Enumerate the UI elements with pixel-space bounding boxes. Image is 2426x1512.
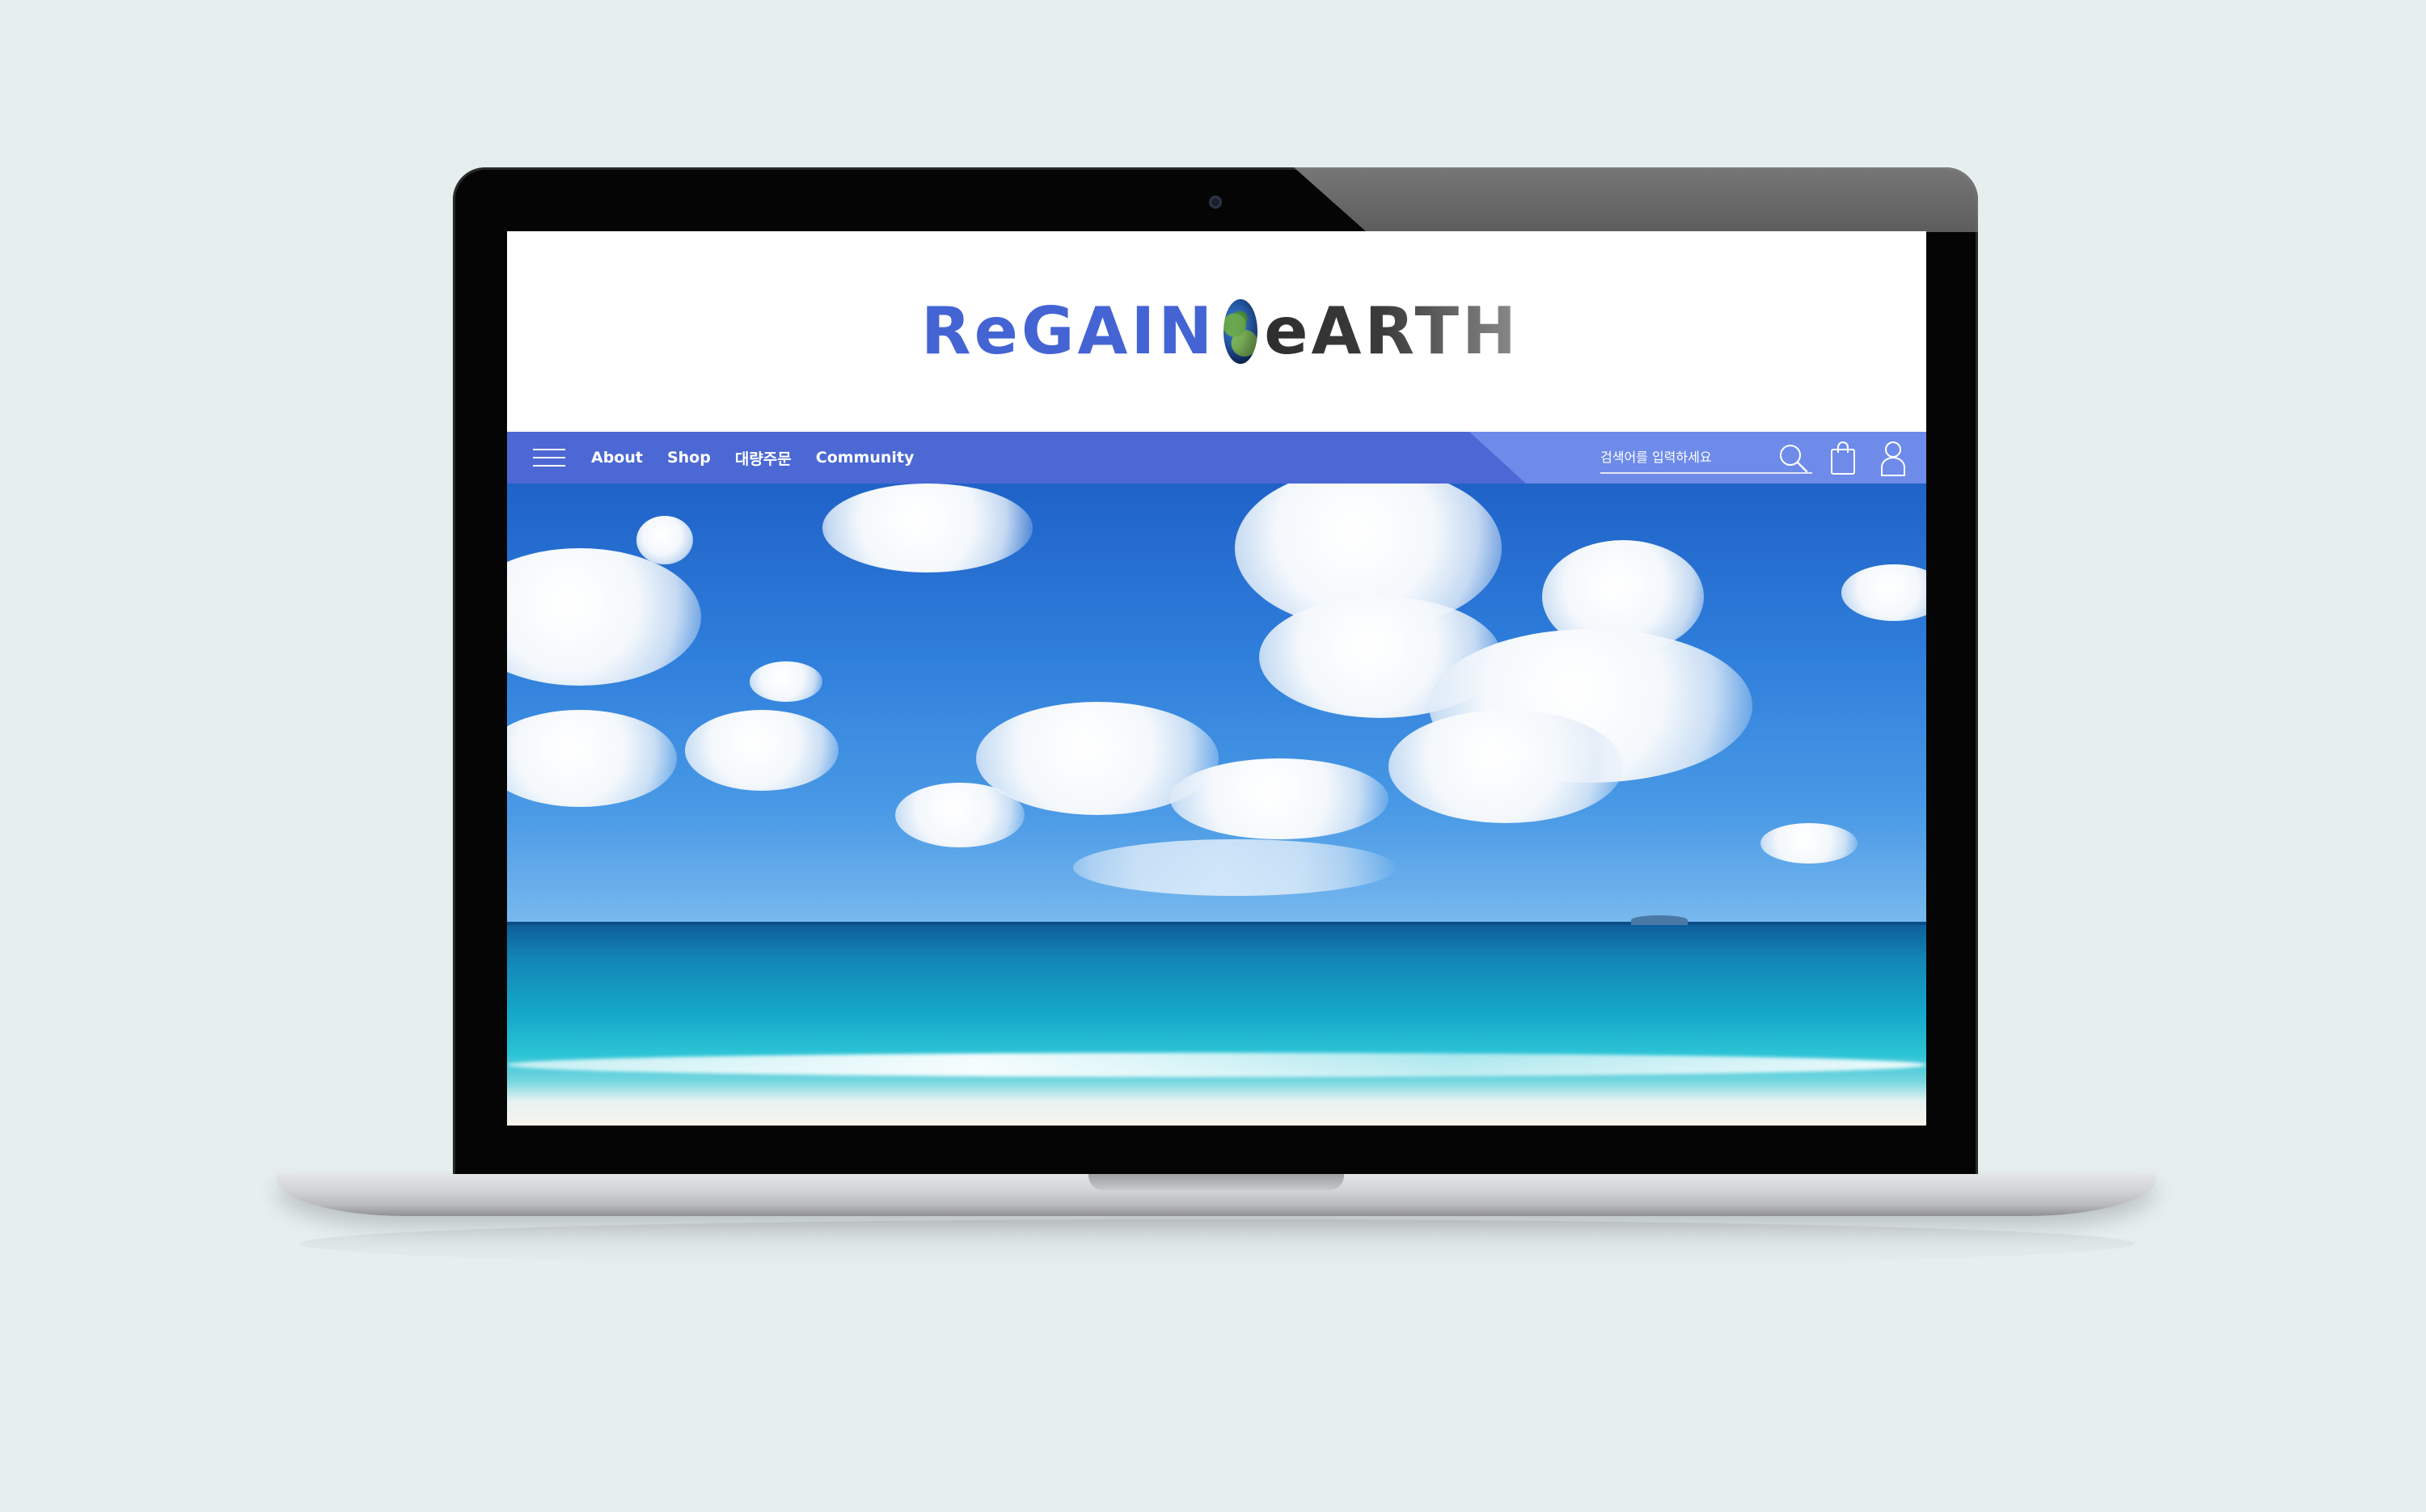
globe-icon [1224,299,1258,364]
laptop-hinge-notch [1088,1174,1344,1190]
browser-screen: ReGAIN eARTH About Shop 대량주문 Community [507,231,1926,1126]
site-header: ReGAIN eARTH [507,231,1926,432]
nav-item-community[interactable]: Community [816,449,915,467]
hero-image [507,484,1926,1126]
cloud [636,516,693,564]
distant-island [1631,915,1688,925]
hero-sea [507,923,1926,1126]
cloud [1388,710,1623,823]
user-icon[interactable] [1879,438,1907,477]
logo-text-earth: eARTH [1264,294,1519,369]
horizon [507,922,1926,925]
nav-item-bulk-order[interactable]: 대량주문 [735,447,792,469]
hamburger-menu-icon[interactable] [533,447,565,468]
search-input[interactable] [1600,443,1778,471]
webcam-icon [1209,196,1222,209]
main-nav: About Shop 대량주문 Community [507,432,1926,484]
shopping-bag-icon[interactable] [1829,440,1857,475]
cloud [1170,758,1388,839]
nav-item-shop[interactable]: Shop [667,449,711,467]
cloud [895,783,1025,847]
hero-surf [507,1053,1926,1077]
laptop-reflection [299,1219,2135,1268]
laptop-base [277,1174,2156,1216]
nav-links: About Shop 대량주문 Community [591,432,938,484]
cloud [1760,823,1858,864]
lid-glare [1294,167,1978,232]
logo-text-regain: ReGAIN [921,294,1216,369]
cloud [822,484,1033,572]
nav-item-about[interactable]: About [591,449,643,467]
cloud [685,710,839,791]
cloud [750,661,822,702]
search-icon[interactable] [1777,441,1809,474]
site-logo[interactable]: ReGAIN eARTH [921,294,1519,369]
cloud [1073,839,1397,896]
